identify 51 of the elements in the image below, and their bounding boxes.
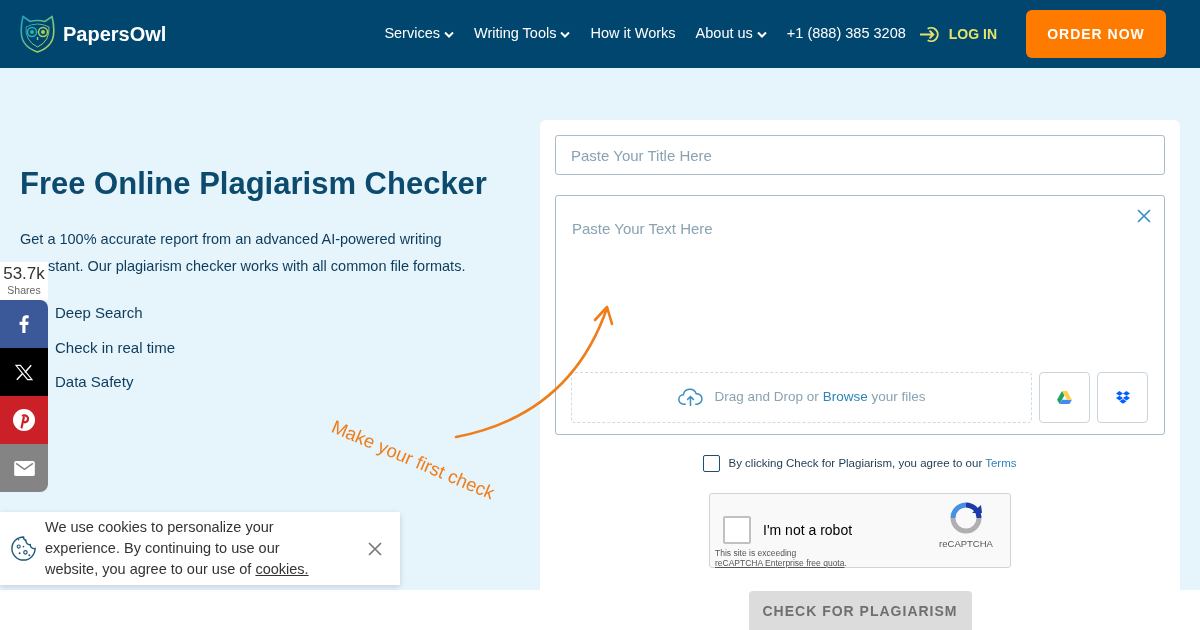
pinterest-icon	[13, 409, 35, 431]
dropbox-button[interactable]	[1097, 372, 1148, 423]
phone-link[interactable]: +1 (888) 385 3208	[786, 23, 906, 45]
share-button[interactable]	[0, 348, 48, 396]
file-drop-zone[interactable]: Drag and Drop or Browse your files	[571, 372, 1032, 423]
feature-item: Check in real time	[55, 337, 176, 358]
captcha-notice: This site is exceeding reCAPTCHA Enterprise free quota.	[715, 549, 848, 569]
brand-logo[interactable]: PapersOwl	[20, 15, 167, 53]
browse-link[interactable]: Browse	[822, 389, 868, 405]
cloud-upload-icon	[677, 388, 703, 407]
intro-text: stant. Our plagiarism checker works with all common file formats.	[48, 257, 466, 276]
page-heading: Free Online Plagiarism Checker	[20, 166, 487, 202]
close-icon	[1137, 209, 1151, 223]
terms-agreement: By clicking Check for Plagiarism, you agree to our Terms	[728, 456, 1017, 471]
feature-item: Data Safety	[55, 372, 134, 392]
feature-item: Deep Search	[55, 303, 143, 323]
open-box-icon	[1115, 391, 1130, 404]
share-button[interactable]	[0, 396, 48, 444]
cookies-link[interactable]: cookies.	[255, 561, 309, 577]
intro-text: Get a 100% accurate report from an advanced AI-powered writing	[20, 230, 442, 249]
terms-link[interactable]: Terms	[985, 457, 1017, 469]
cookie-icon	[10, 535, 37, 562]
circular-arrows-icon	[950, 502, 982, 535]
agree-checkbox[interactable]	[703, 455, 721, 473]
clear-button[interactable]	[1136, 208, 1152, 224]
share-button[interactable]	[0, 300, 48, 348]
nav-link[interactable]: How it Works	[590, 23, 676, 45]
x-logo-icon	[15, 363, 33, 381]
upload-instructions: Drag and Drop or Browse your files	[714, 388, 926, 407]
shares-label: Shares	[7, 284, 41, 297]
drive-triangle-icon	[1057, 391, 1072, 404]
nav-link[interactable]: Writing Tools	[474, 23, 571, 45]
close-icon	[368, 541, 382, 556]
close-button[interactable]	[368, 541, 382, 556]
captcha-checkbox[interactable]	[723, 516, 751, 545]
text-field[interactable]: Paste Your Text Here	[556, 196, 1164, 372]
title-field[interactable]: Paste Your Title Here	[555, 135, 1165, 175]
cookie-notice: We use cookies to personalize your experience. By continuing to use our website, you agree to our use of cookies.	[45, 518, 310, 579]
share-count: 53.7k	[3, 264, 45, 284]
facebook-icon	[19, 315, 29, 333]
sign-in-icon	[919, 24, 941, 44]
captcha-brand: reCAPTCHA	[939, 537, 993, 552]
owl-icon	[20, 15, 55, 53]
drive-button[interactable]	[1039, 372, 1090, 423]
nav-link[interactable]: About us	[695, 23, 767, 45]
captcha-label: I'm not a robot	[763, 520, 853, 540]
envelope-icon	[13, 460, 35, 476]
login-link[interactable]: LOG IN	[919, 23, 997, 45]
text-input-box[interactable]: Paste Your Text Here Drag and Drop or Browse your files	[555, 195, 1165, 435]
nav-link[interactable]: Services	[384, 23, 454, 45]
handwritten-caption: Make your first check	[327, 414, 499, 506]
